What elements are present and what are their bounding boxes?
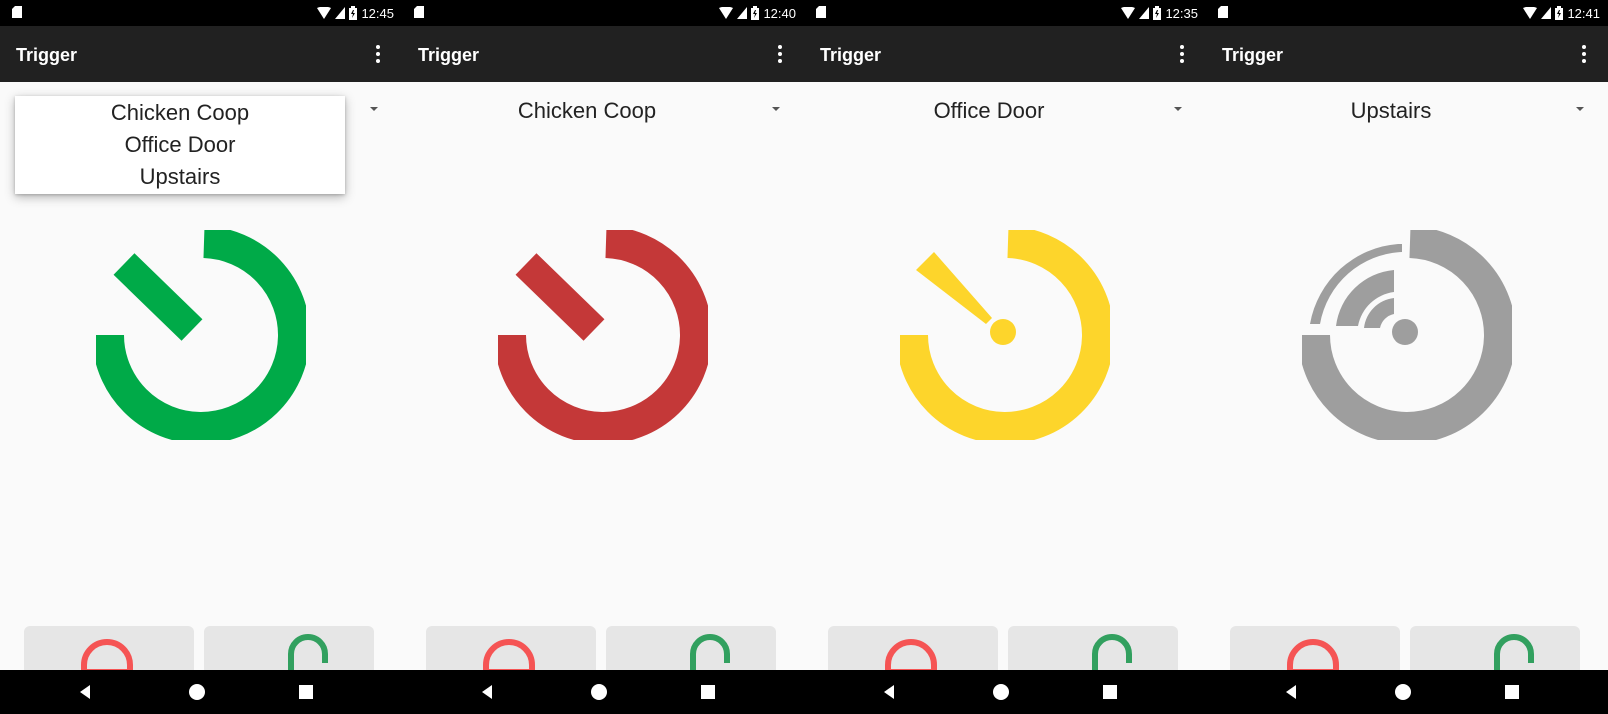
status-bar: 12:41 — [1206, 0, 1608, 26]
overflow-menu-icon[interactable] — [1166, 38, 1198, 70]
wifi-icon — [719, 7, 734, 19]
timer-icon — [96, 230, 306, 440]
app-bar: Trigger — [804, 26, 1206, 82]
app-bar: Trigger — [402, 26, 804, 82]
dropdown-option-upstairs[interactable]: Upstairs — [15, 161, 345, 193]
status-bar: 12:35 — [804, 0, 1206, 26]
cell-signal-icon — [1541, 7, 1552, 19]
clock-text: 12:40 — [763, 5, 796, 21]
main-content: Chicken Coop Office Door Upstairs — [0, 82, 402, 714]
battery-icon — [1555, 6, 1564, 20]
app-bar: Trigger — [1206, 26, 1608, 82]
back-icon[interactable] — [880, 682, 900, 702]
home-icon[interactable] — [991, 682, 1011, 702]
nav-bar — [1206, 670, 1608, 714]
overflow-menu-icon[interactable] — [362, 38, 394, 70]
device-spinner[interactable]: Office Door — [804, 90, 1206, 130]
wifi-icon — [1121, 7, 1136, 19]
home-icon[interactable] — [589, 682, 609, 702]
screenshot-strip: 12:45 Trigger Chicken Coop Office Door U… — [0, 0, 1608, 714]
sd-card-icon — [816, 6, 826, 18]
back-icon[interactable] — [1282, 682, 1302, 702]
recents-icon[interactable] — [296, 682, 316, 702]
app-title: Trigger — [820, 45, 882, 65]
dropdown-option-chicken-coop[interactable]: Chicken Coop — [15, 97, 345, 129]
phone-screen-4: 12:41 Trigger Upstairs — [1206, 0, 1608, 714]
battery-icon — [751, 6, 760, 20]
phone-screen-3: 12:35 Trigger Office Door — [804, 0, 1206, 714]
main-content: Chicken Coop — [402, 82, 804, 714]
device-spinner[interactable]: Chicken Coop — [402, 90, 804, 130]
recents-icon[interactable] — [698, 682, 718, 702]
status-bar: 12:45 — [0, 0, 402, 26]
back-icon[interactable] — [76, 682, 96, 702]
sd-card-icon — [1218, 6, 1228, 18]
timer-icon — [498, 230, 708, 440]
clock-text: 12:35 — [1165, 5, 1198, 21]
recents-icon[interactable] — [1100, 682, 1120, 702]
selected-device: Upstairs — [1350, 98, 1432, 123]
clock-text: 12:45 — [361, 5, 394, 21]
back-icon[interactable] — [478, 682, 498, 702]
home-icon[interactable] — [187, 682, 207, 702]
wifi-icon — [1523, 7, 1538, 19]
dropdown-arrow-icon — [1576, 107, 1584, 111]
status-bar: 12:40 — [402, 0, 804, 26]
cell-signal-icon — [737, 7, 748, 19]
dropdown-arrow-icon — [1174, 107, 1182, 111]
battery-icon — [349, 6, 358, 20]
selected-device: Chicken Coop — [517, 98, 657, 123]
nav-bar — [0, 670, 402, 714]
dropdown-arrow-icon — [772, 107, 780, 111]
sd-card-icon — [12, 6, 22, 18]
sd-card-icon — [414, 6, 424, 18]
app-bar: Trigger — [0, 26, 402, 82]
timer-pending-icon — [900, 230, 1110, 440]
device-spinner[interactable]: Upstairs — [1206, 90, 1608, 130]
overflow-menu-icon[interactable] — [1568, 38, 1600, 70]
dropdown-arrow-icon — [370, 107, 378, 111]
overflow-menu-icon[interactable] — [764, 38, 796, 70]
nav-bar — [402, 670, 804, 714]
main-content: Upstairs — [1206, 82, 1608, 714]
nav-bar — [804, 670, 1206, 714]
app-title: Trigger — [16, 45, 78, 65]
app-title: Trigger — [418, 45, 480, 65]
dropdown-option-office-door[interactable]: Office Door — [15, 129, 345, 161]
wifi-icon — [317, 7, 332, 19]
app-title: Trigger — [1222, 45, 1284, 65]
battery-icon — [1153, 6, 1162, 20]
cell-signal-icon — [335, 7, 346, 19]
main-content: Office Door — [804, 82, 1206, 714]
phone-screen-1: 12:45 Trigger Chicken Coop Office Door U… — [0, 0, 402, 714]
home-icon[interactable] — [1393, 682, 1413, 702]
selected-device: Office Door — [933, 98, 1045, 123]
clock-text: 12:41 — [1567, 5, 1600, 21]
signal-icon — [1302, 230, 1512, 440]
phone-screen-2: 12:40 Trigger Chicken Coop — [402, 0, 804, 714]
cell-signal-icon — [1139, 7, 1150, 19]
recents-icon[interactable] — [1502, 682, 1522, 702]
device-dropdown-popup: Chicken Coop Office Door Upstairs — [15, 96, 345, 194]
